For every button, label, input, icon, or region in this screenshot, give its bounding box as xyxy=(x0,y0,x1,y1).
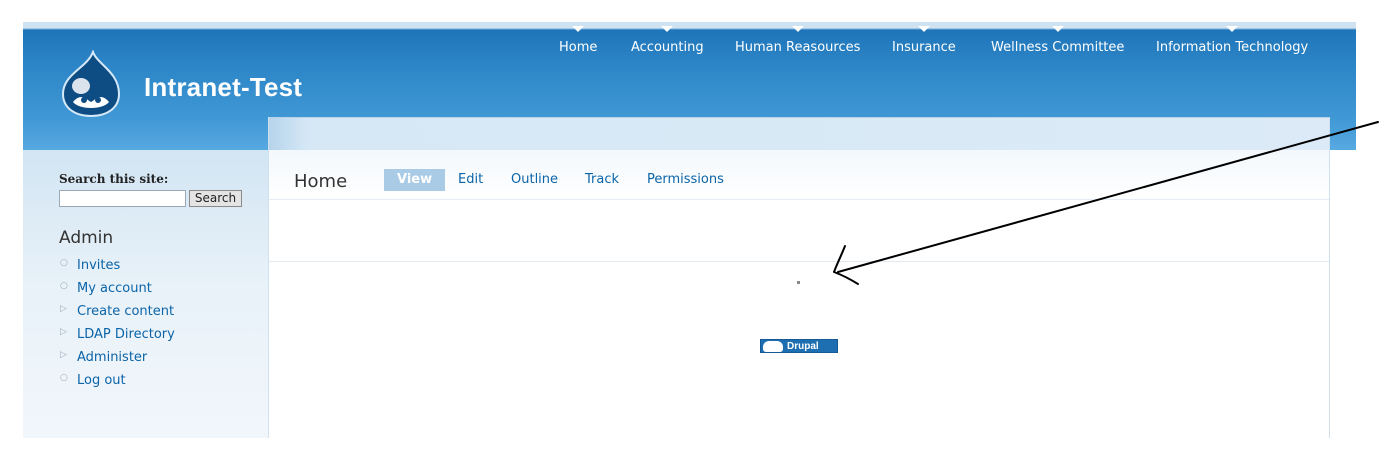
content-divider xyxy=(269,261,1329,262)
admin-menu-item-log-out[interactable]: ○ Log out xyxy=(59,373,175,396)
page-title: Home xyxy=(294,171,348,192)
triangle-right-icon: ▷ xyxy=(60,350,67,360)
nav-item-wellness-committee[interactable]: Wellness Committee xyxy=(991,26,1124,55)
nav-item-home[interactable]: Home xyxy=(559,26,597,55)
admin-menu-item-ldap-directory[interactable]: ▷ LDAP Directory xyxy=(59,327,175,350)
tab-edit[interactable]: Edit xyxy=(458,169,483,191)
drupal-drop-icon xyxy=(763,341,783,352)
circle-bullet-icon: ○ xyxy=(60,258,68,268)
nav-item-human-resources[interactable]: Human Reasources xyxy=(735,26,860,55)
tab-permissions[interactable]: Permissions xyxy=(647,169,724,191)
left-sidebar: Search this site: Search Admin ○ Invites… xyxy=(23,150,269,438)
content-top-bar xyxy=(269,117,1329,150)
search-button[interactable]: Search xyxy=(189,190,242,207)
primary-navigation: Home Accounting Human Reasources Insuran… xyxy=(23,22,1356,62)
admin-menu-item-label[interactable]: Create content xyxy=(77,304,174,319)
admin-menu-item-label[interactable]: Log out xyxy=(77,373,126,388)
admin-menu-item-administer[interactable]: ▷ Administer xyxy=(59,350,175,373)
admin-menu-item-my-account[interactable]: ○ My account xyxy=(59,281,175,304)
admin-block-title: Admin xyxy=(59,228,114,248)
powered-by-drupal-badge[interactable]: Drupal xyxy=(760,339,838,353)
admin-menu-item-label[interactable]: Administer xyxy=(77,350,147,365)
admin-menu: ○ Invites ○ My account ▷ Create content … xyxy=(59,258,175,396)
nav-item-information-technology[interactable]: Information Technology xyxy=(1156,26,1308,55)
badge-label: Drupal xyxy=(787,341,819,352)
admin-menu-item-label[interactable]: Invites xyxy=(77,258,120,273)
admin-menu-item-invites[interactable]: ○ Invites xyxy=(59,258,175,281)
browser-viewport: Intranet-Test Home Accounting Human Reas… xyxy=(23,22,1356,438)
tab-outline[interactable]: Outline xyxy=(511,169,558,191)
circle-bullet-icon: ○ xyxy=(60,281,68,291)
triangle-right-icon: ▷ xyxy=(60,327,67,337)
nav-item-insurance[interactable]: Insurance xyxy=(892,26,956,55)
admin-menu-item-label[interactable]: LDAP Directory xyxy=(77,327,175,342)
search-input[interactable] xyxy=(59,190,186,207)
admin-menu-item-label[interactable]: My account xyxy=(77,281,152,296)
site-name[interactable]: Intranet-Test xyxy=(144,72,302,103)
circle-bullet-icon: ○ xyxy=(60,373,68,383)
tab-track[interactable]: Track xyxy=(585,169,619,191)
nav-item-accounting[interactable]: Accounting xyxy=(631,26,704,55)
tab-view[interactable]: View xyxy=(384,169,446,191)
search-label: Search this site: xyxy=(59,172,169,186)
admin-menu-item-create-content[interactable]: ▷ Create content xyxy=(59,304,175,327)
stray-dot xyxy=(797,281,800,284)
triangle-right-icon: ▷ xyxy=(60,304,67,314)
main-content: Home View Edit Outline Track Permissions… xyxy=(268,117,1330,438)
